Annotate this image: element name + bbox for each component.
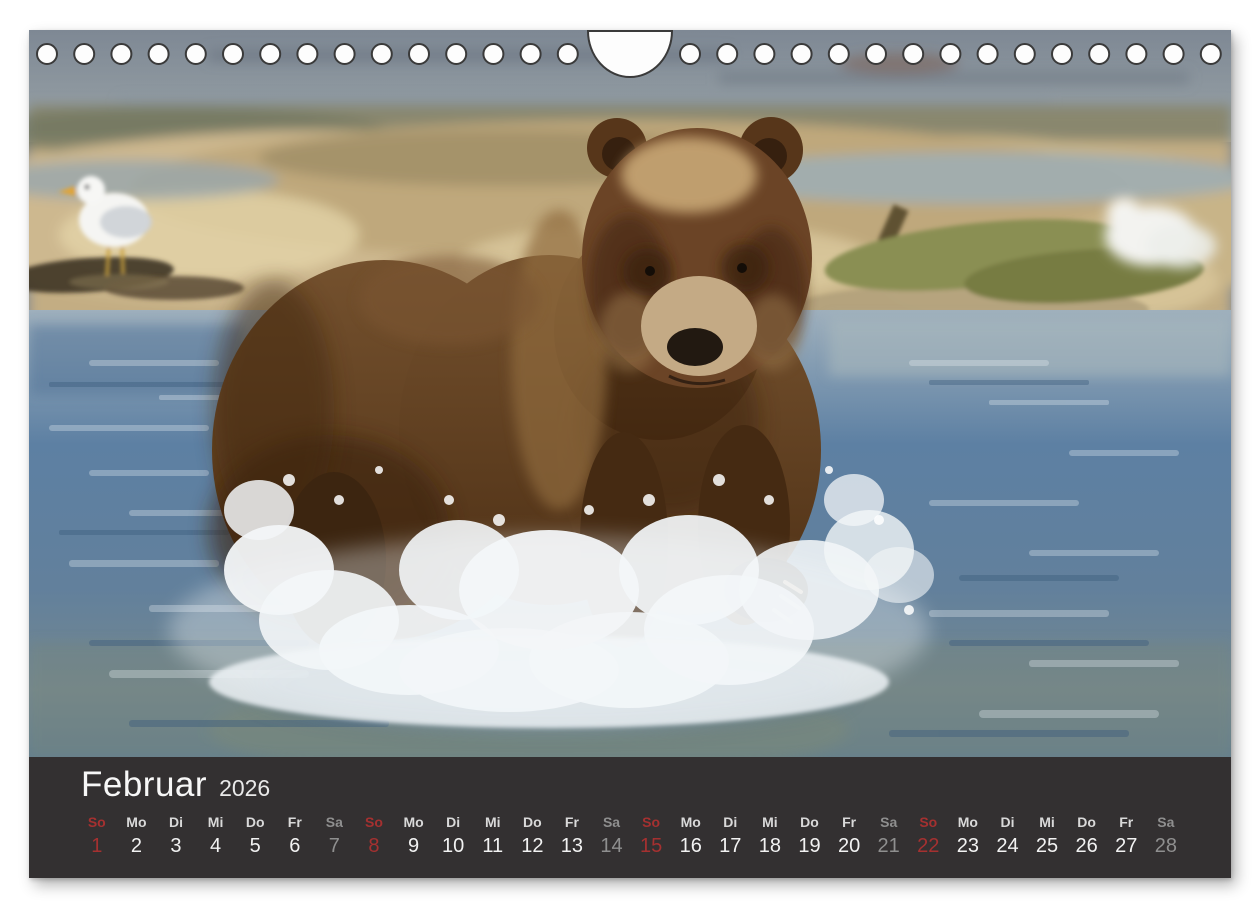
year-label: 2026: [219, 775, 270, 802]
day-cell: Mo 16: [671, 815, 711, 856]
date-number: 27: [1106, 836, 1146, 856]
day-cell: Sa 14: [592, 815, 632, 856]
date-number: 23: [948, 836, 988, 856]
date-number: 9: [394, 836, 434, 856]
day-cell: Do 26: [1067, 815, 1107, 856]
day-cell: Mo 23: [948, 815, 988, 856]
day-cell: Sa 7: [315, 815, 355, 856]
day-cell: So 22: [908, 815, 948, 856]
day-cell: Sa 21: [869, 815, 909, 856]
day-cell: Sa 28: [1146, 815, 1186, 856]
weekday-label: Di: [156, 815, 196, 829]
day-cell: Di 3: [156, 815, 196, 856]
weekday-label: Mi: [196, 815, 236, 829]
day-grid: So1Mo2Di3Mi4Do5Fr6Sa7So8Mo9Di10Mi11Do12F…: [77, 815, 1186, 856]
date-number: 11: [473, 836, 513, 856]
day-cell: Mi 18: [750, 815, 790, 856]
day-cell: Fr 6: [275, 815, 315, 856]
weekday-label: Sa: [315, 815, 355, 829]
weekday-label: Do: [790, 815, 830, 829]
weekday-label: Fr: [829, 815, 869, 829]
date-number: 6: [275, 836, 315, 856]
date-number: 3: [156, 836, 196, 856]
weekday-label: Di: [433, 815, 473, 829]
weekday-label: Mo: [394, 815, 434, 829]
date-number: 28: [1146, 836, 1186, 856]
day-cell: Mo 9: [394, 815, 434, 856]
day-cell: Do 19: [790, 815, 830, 856]
date-number: 19: [790, 836, 830, 856]
day-cell: Mi 25: [1027, 815, 1067, 856]
day-cell: Do 5: [235, 815, 275, 856]
calendar-panel: Februar 2026 So1Mo2Di3Mi4Do5Fr6Sa7So8Mo9…: [29, 757, 1231, 878]
date-number: 10: [433, 836, 473, 856]
weekday-label: Mi: [473, 815, 513, 829]
date-number: 7: [315, 836, 355, 856]
weekday-label: Mi: [750, 815, 790, 829]
calendar-title: Februar 2026: [81, 765, 270, 805]
weekday-label: Di: [711, 815, 751, 829]
calendar-sheet: Februar 2026 So1Mo2Di3Mi4Do5Fr6Sa7So8Mo9…: [29, 30, 1231, 878]
day-cell: Fr 13: [552, 815, 592, 856]
weekday-label: Sa: [869, 815, 909, 829]
date-number: 20: [829, 836, 869, 856]
day-cell: Di 10: [433, 815, 473, 856]
date-number: 12: [513, 836, 553, 856]
weekday-label: Fr: [552, 815, 592, 829]
weekday-label: Mo: [948, 815, 988, 829]
bear-photo-illustration: [29, 30, 1231, 757]
day-cell: Mo 2: [117, 815, 157, 856]
weekday-label: Do: [235, 815, 275, 829]
date-number: 22: [908, 836, 948, 856]
date-number: 8: [354, 836, 394, 856]
date-number: 1: [77, 836, 117, 856]
calendar-photo: [29, 30, 1231, 757]
date-number: 5: [235, 836, 275, 856]
day-cell: So 8: [354, 815, 394, 856]
date-number: 16: [671, 836, 711, 856]
day-cell: Di 24: [988, 815, 1028, 856]
weekday-label: So: [908, 815, 948, 829]
weekday-label: So: [354, 815, 394, 829]
weekday-label: Di: [988, 815, 1028, 829]
weekday-label: Mi: [1027, 815, 1067, 829]
day-cell: So 1: [77, 815, 117, 856]
date-number: 15: [631, 836, 671, 856]
weekday-label: Fr: [1106, 815, 1146, 829]
month-label: Februar: [81, 765, 207, 805]
date-number: 18: [750, 836, 790, 856]
weekday-label: Do: [513, 815, 553, 829]
date-number: 25: [1027, 836, 1067, 856]
day-cell: So 15: [631, 815, 671, 856]
weekday-label: Mo: [117, 815, 157, 829]
date-number: 17: [711, 836, 751, 856]
day-cell: Mi 11: [473, 815, 513, 856]
date-number: 21: [869, 836, 909, 856]
day-cell: Mi 4: [196, 815, 236, 856]
weekday-label: Do: [1067, 815, 1107, 829]
day-cell: Fr 27: [1106, 815, 1146, 856]
day-cell: Do 12: [513, 815, 553, 856]
date-number: 14: [592, 836, 632, 856]
weekday-label: Sa: [1146, 815, 1186, 829]
date-number: 24: [988, 836, 1028, 856]
day-cell: Fr 20: [829, 815, 869, 856]
weekday-label: So: [77, 815, 117, 829]
weekday-label: So: [631, 815, 671, 829]
weekday-label: Fr: [275, 815, 315, 829]
date-number: 26: [1067, 836, 1107, 856]
day-cell: Di 17: [711, 815, 751, 856]
date-number: 4: [196, 836, 236, 856]
date-number: 13: [552, 836, 592, 856]
weekday-label: Mo: [671, 815, 711, 829]
weekday-label: Sa: [592, 815, 632, 829]
date-number: 2: [117, 836, 157, 856]
